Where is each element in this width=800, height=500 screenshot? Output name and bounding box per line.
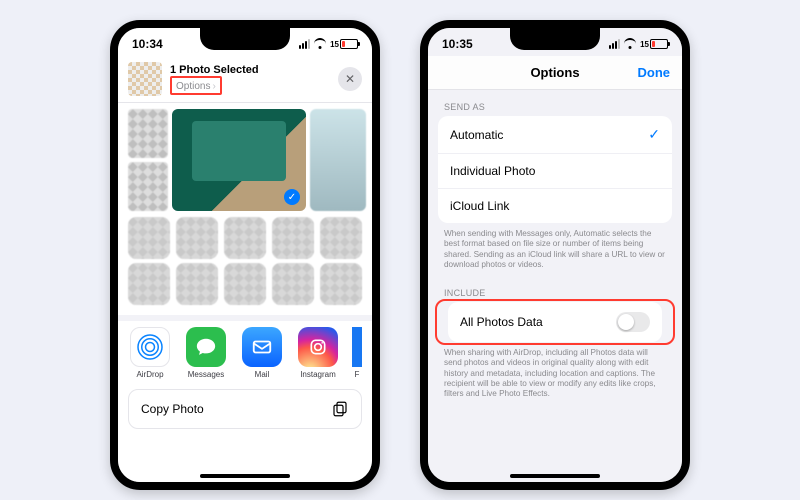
share-app-airdrop[interactable]: AirDrop bbox=[128, 327, 172, 379]
wifi-icon bbox=[314, 39, 326, 49]
send-as-automatic[interactable]: Automatic ✓ bbox=[438, 116, 672, 153]
copy-photo-label: Copy Photo bbox=[141, 402, 204, 416]
phone-right-options: 10:35 15 Options Done SEND AS Automatic … bbox=[420, 20, 690, 490]
contact-suggestion[interactable] bbox=[128, 217, 170, 259]
done-button[interactable]: Done bbox=[638, 65, 671, 80]
share-app-instagram[interactable]: Instagram bbox=[296, 327, 340, 379]
instagram-icon bbox=[298, 327, 338, 367]
options-button-label: Options bbox=[176, 81, 210, 92]
contact-suggestion[interactable] bbox=[224, 217, 266, 259]
app-label: Messages bbox=[188, 370, 224, 379]
send-as-list: Automatic ✓ Individual Photo iCloud Link bbox=[438, 116, 672, 223]
facebook-icon bbox=[352, 327, 362, 367]
include-footer-note: When sharing with AirDrop, including all… bbox=[428, 342, 682, 405]
contacts-suggestions-row bbox=[118, 213, 372, 263]
wifi-icon bbox=[624, 39, 636, 49]
contact-suggestion[interactable] bbox=[224, 263, 266, 305]
send-as-footer-note: When sending with Messages only, Automat… bbox=[428, 223, 682, 276]
app-label: Instagram bbox=[300, 370, 336, 379]
tutorial-highlight-options: Options › bbox=[170, 76, 222, 95]
share-apps-row[interactable]: AirDrop Messages Mail Instagram bbox=[118, 321, 372, 385]
contact-suggestion[interactable] bbox=[128, 263, 170, 305]
status-time: 10:35 bbox=[442, 37, 473, 51]
app-label: F bbox=[355, 370, 360, 379]
app-label: AirDrop bbox=[136, 370, 163, 379]
send-as-section-header: SEND AS bbox=[428, 90, 682, 116]
row-label: iCloud Link bbox=[450, 199, 509, 213]
share-app-more[interactable]: F bbox=[352, 327, 362, 379]
iphone-notch bbox=[200, 28, 290, 50]
row-label: All Photos Data bbox=[460, 315, 543, 329]
photo-thumb[interactable] bbox=[128, 109, 168, 158]
battery-indicator: 15 bbox=[640, 39, 668, 49]
selected-photo[interactable]: ✓ bbox=[172, 109, 306, 211]
status-time: 10:34 bbox=[132, 37, 163, 51]
cellular-icon bbox=[609, 39, 620, 49]
row-label: Individual Photo bbox=[450, 164, 535, 178]
contact-suggestion[interactable] bbox=[176, 263, 218, 305]
send-as-icloud-link[interactable]: iCloud Link bbox=[438, 188, 672, 223]
home-indicator[interactable] bbox=[510, 474, 600, 478]
chevron-right-icon: › bbox=[212, 81, 215, 92]
airdrop-icon bbox=[130, 327, 170, 367]
checkmark-icon: ✓ bbox=[648, 126, 660, 143]
header-thumbnail bbox=[128, 62, 162, 96]
include-section-header: INCLUDE bbox=[428, 276, 682, 302]
row-label: Automatic bbox=[450, 128, 503, 142]
iphone-notch bbox=[510, 28, 600, 50]
contact-suggestion[interactable] bbox=[272, 217, 314, 259]
home-indicator[interactable] bbox=[200, 474, 290, 478]
contact-suggestion[interactable] bbox=[320, 217, 362, 259]
mail-icon bbox=[242, 327, 282, 367]
share-sheet-header: 1 Photo Selected Options › ✕ bbox=[118, 56, 372, 103]
battery-indicator: 15 bbox=[330, 39, 358, 49]
cellular-icon bbox=[299, 39, 310, 49]
nav-title: Options bbox=[530, 65, 579, 80]
all-photos-data-row[interactable]: All Photos Data bbox=[448, 302, 662, 342]
messages-icon bbox=[186, 327, 226, 367]
contact-suggestion[interactable] bbox=[176, 217, 218, 259]
photo-thumb[interactable] bbox=[128, 162, 168, 211]
share-app-mail[interactable]: Mail bbox=[240, 327, 284, 379]
selection-count-label: 1 Photo Selected bbox=[170, 64, 259, 76]
options-button[interactable]: Options › bbox=[176, 81, 216, 92]
contact-suggestion[interactable] bbox=[272, 263, 314, 305]
copy-icon bbox=[331, 400, 349, 418]
copy-photo-action[interactable]: Copy Photo bbox=[128, 389, 362, 429]
send-as-individual-photo[interactable]: Individual Photo bbox=[438, 153, 672, 188]
nav-bar: Options Done bbox=[428, 56, 682, 90]
selected-check-icon: ✓ bbox=[284, 189, 300, 205]
contact-suggestion[interactable] bbox=[320, 263, 362, 305]
app-label: Mail bbox=[255, 370, 270, 379]
close-icon: ✕ bbox=[345, 72, 355, 86]
all-photos-data-toggle[interactable] bbox=[616, 312, 650, 332]
close-button[interactable]: ✕ bbox=[338, 67, 362, 91]
photo-carousel[interactable]: ✓ bbox=[118, 103, 372, 213]
phone-left-share-sheet: 10:34 15 1 Photo Selected Options › bbox=[110, 20, 380, 490]
include-list: All Photos Data bbox=[448, 302, 662, 342]
share-app-messages[interactable]: Messages bbox=[184, 327, 228, 379]
photo-thumb[interactable] bbox=[310, 109, 366, 211]
